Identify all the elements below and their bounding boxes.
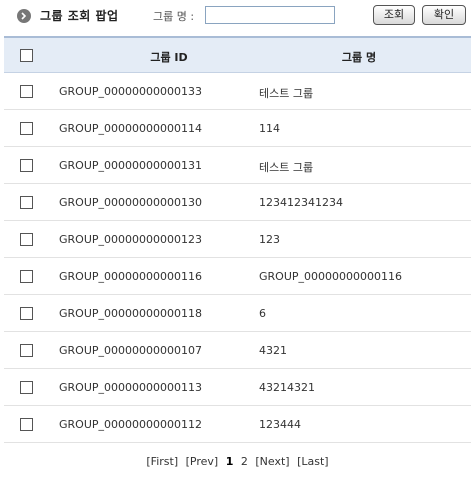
group-name-cell: 테스트 그룹 xyxy=(259,161,314,174)
row-checkbox[interactable] xyxy=(20,196,33,209)
group-id-cell: GROUP_00000000000118 xyxy=(59,307,202,320)
group-name-label: 그룹 명 : xyxy=(153,10,195,23)
group-name-cell: 테스트 그룹 xyxy=(259,87,314,100)
group-id-cell: GROUP_00000000000107 xyxy=(59,344,202,357)
group-name-cell: 123 xyxy=(259,233,280,246)
table-row[interactable]: GROUP_00000000000114 114 xyxy=(4,110,471,147)
pagination-page-1[interactable]: 1 xyxy=(226,455,234,468)
table-row[interactable]: GROUP_00000000000123 123 xyxy=(4,221,471,258)
group-id-cell: GROUP_00000000000112 xyxy=(59,418,202,431)
group-id-cell: GROUP_00000000000130 xyxy=(59,196,202,209)
group-name-cell: 123412341234 xyxy=(259,196,343,209)
table-row[interactable]: GROUP_00000000000112 123444 xyxy=(4,406,471,443)
table-row[interactable]: GROUP_00000000000107 4321 xyxy=(4,332,471,369)
popup-title: 그룹 조회 팝업 xyxy=(40,9,119,23)
table-row[interactable]: GROUP_00000000000131 테스트 그룹 xyxy=(4,147,471,184)
group-table: 그룹 ID 그룹 명 GROUP_00000000000133 테스트 그룹 GRO… xyxy=(4,36,471,443)
row-checkbox[interactable] xyxy=(20,159,33,172)
group-name-cell: 6 xyxy=(259,307,266,320)
table-row[interactable]: GROUP_00000000000133 테스트 그룹 xyxy=(4,73,471,110)
row-checkbox[interactable] xyxy=(20,307,33,320)
table-row[interactable]: GROUP_00000000000118 6 xyxy=(4,295,471,332)
pagination-page-2[interactable]: 2 xyxy=(241,455,248,468)
group-name-cell: 114 xyxy=(259,122,280,135)
table-header: 그룹 ID 그룹 명 xyxy=(4,36,471,73)
row-checkbox[interactable] xyxy=(20,85,33,98)
table-row[interactable]: GROUP_00000000000113 43214321 xyxy=(4,369,471,406)
pagination: [First] [Prev] 1 2 [Next] [Last] xyxy=(0,455,475,468)
select-all-checkbox[interactable] xyxy=(20,49,33,62)
pagination-next-link[interactable]: [Next] xyxy=(255,455,289,468)
confirm-button[interactable]: 확인 xyxy=(422,5,466,25)
circle-chevron-right-icon xyxy=(17,9,31,23)
row-checkbox[interactable] xyxy=(20,122,33,135)
row-checkbox[interactable] xyxy=(20,344,33,357)
row-checkbox[interactable] xyxy=(20,418,33,431)
group-id-cell: GROUP_00000000000133 xyxy=(59,85,202,98)
table-row[interactable]: GROUP_00000000000116 GROUP_00000000000116 xyxy=(4,258,471,295)
pagination-prev-link[interactable]: [Prev] xyxy=(186,455,219,468)
group-name-cell: GROUP_00000000000116 xyxy=(259,270,402,283)
group-name-search-input[interactable] xyxy=(205,6,335,24)
pagination-first-link[interactable]: [First] xyxy=(146,455,178,468)
search-button[interactable]: 조회 xyxy=(373,5,415,25)
group-id-cell: GROUP_00000000000114 xyxy=(59,122,202,135)
row-checkbox[interactable] xyxy=(20,270,33,283)
group-name-cell: 43214321 xyxy=(259,381,315,394)
row-checkbox[interactable] xyxy=(20,381,33,394)
column-header-group-name: 그룹 명 xyxy=(341,51,377,64)
group-id-cell: GROUP_00000000000131 xyxy=(59,159,202,172)
column-header-group-id: 그룹 ID xyxy=(150,51,188,64)
row-checkbox[interactable] xyxy=(20,233,33,246)
group-id-cell: GROUP_00000000000123 xyxy=(59,233,202,246)
group-id-cell: GROUP_00000000000116 xyxy=(59,270,202,283)
group-name-cell: 123444 xyxy=(259,418,301,431)
group-name-cell: 4321 xyxy=(259,344,287,357)
popup-header: 그룹 조회 팝업 그룹 명 : 조회 확인 xyxy=(0,0,475,32)
pagination-last-link[interactable]: [Last] xyxy=(297,455,329,468)
table-row[interactable]: GROUP_00000000000130 123412341234 xyxy=(4,184,471,221)
group-id-cell: GROUP_00000000000113 xyxy=(59,381,202,394)
